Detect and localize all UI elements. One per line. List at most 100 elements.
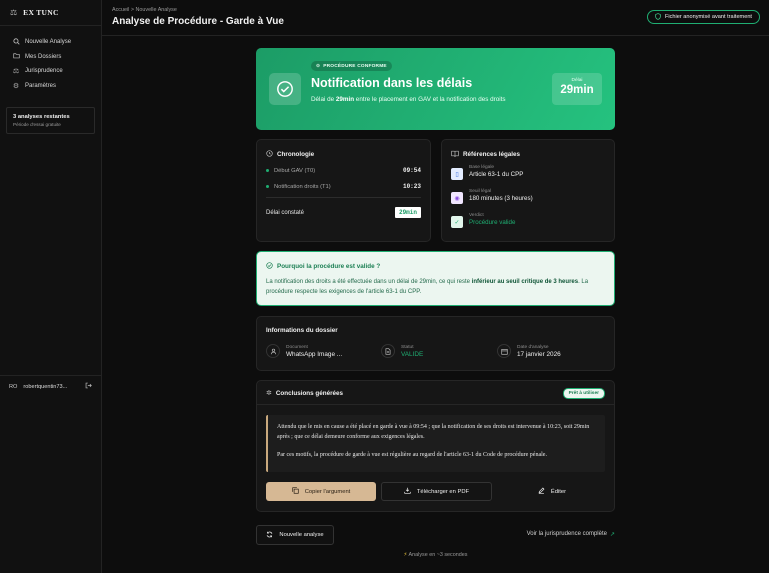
- result-description: Délai de 29min entre le placement en GAV…: [311, 95, 536, 105]
- anonymized-badge: Fichier anonymisé avant traitement: [646, 10, 760, 24]
- copy-label: Copier l'argument: [304, 488, 351, 495]
- user-menu: RO robertquentin73...: [0, 375, 101, 397]
- dossier-date: Date d'analyse 17 janvier 2026: [497, 344, 561, 358]
- sidebar-nav: Nouvelle Analyse Mes Dossiers ⚖ Jurispru…: [0, 26, 101, 93]
- copy-argument-button[interactable]: Copier l'argument: [266, 482, 376, 501]
- conclusions-title-text: Conclusions générées: [275, 389, 344, 397]
- why-text-pre: La notification des droits a été effectu…: [266, 279, 472, 285]
- clock-icon: [266, 150, 273, 159]
- delay-label: Délai: [571, 78, 583, 83]
- chronologie-card: Chronologie Début GAV (T0) 09:54 Notific…: [256, 139, 431, 242]
- sidebar-item-parametres[interactable]: ⚙ Paramètres: [0, 79, 101, 94]
- download-label: Télécharger en PDF: [416, 488, 470, 495]
- avatar[interactable]: RO: [9, 384, 17, 390]
- reference-item: ✓ Verdict Procédure valide: [451, 213, 605, 228]
- breadcrumb[interactable]: Accueil > Nouvelle Analyse: [112, 7, 177, 13]
- pencil-icon: [538, 487, 545, 496]
- references-title: Références légales: [451, 150, 520, 159]
- refresh-icon: [266, 531, 273, 540]
- scale-logo-icon: ⚖: [10, 8, 18, 17]
- sidebar-item-mes-dossiers[interactable]: Mes Dossiers: [0, 50, 101, 65]
- chrono-time: 09:54: [402, 167, 421, 174]
- delay-row-value: 29min: [394, 207, 421, 218]
- status-dot: [266, 169, 269, 172]
- reference-label: Base légale: [469, 165, 495, 170]
- sidebar-item-label: Jurisprudence: [25, 68, 63, 75]
- why-text: La notification des droits a été effectu…: [266, 277, 600, 297]
- sidebar-item-jurisprudence[interactable]: ⚖ Jurisprudence: [0, 64, 101, 79]
- new-analysis-label: Nouvelle analyse: [279, 532, 324, 538]
- sidebar: ⚖ EX TUNC Nouvelle Analyse Mes Dossiers …: [0, 0, 102, 573]
- user-icon: [266, 344, 280, 358]
- folder-icon: [12, 52, 20, 61]
- sparkle-icon: ✲: [266, 390, 272, 397]
- conclusion-paragraph: Par ces motifs, la procédure de garde à …: [277, 452, 547, 458]
- conclusions-header: ✲ Conclusions générées Prêt à utiliser: [257, 381, 614, 405]
- dossier-info-card: Informations du dossier Document WhatsAp…: [256, 316, 615, 371]
- trial-subtitle: Période d'essai gratuite: [13, 122, 61, 127]
- new-analysis-button[interactable]: Nouvelle analyse: [256, 525, 334, 545]
- chrono-row: Notification droits (T1) 10:23: [266, 183, 421, 190]
- footer-actions: Nouvelle analyse Voir la jurisprudence c…: [256, 525, 615, 545]
- main: Accueil > Nouvelle Analyse Analyse de Pr…: [102, 0, 769, 573]
- chrono-row: Début GAV (T0) 09:54: [266, 167, 421, 174]
- reference-label: Seuil légal: [469, 189, 492, 194]
- status-badge-label: PROCÉDURE CONFORME: [323, 63, 387, 69]
- sidebar-item-label: Nouvelle Analyse: [25, 39, 72, 46]
- delay-value: 29min: [560, 84, 594, 96]
- chrono-label: Début GAV (T0): [274, 167, 316, 174]
- reference-label: Verdict: [469, 213, 484, 218]
- check-circle-icon: ✓: [451, 216, 463, 228]
- anonymized-label: Fichier anonymisé avant traitement: [664, 14, 752, 20]
- logout-icon[interactable]: [85, 382, 92, 391]
- document-label: Document: [286, 344, 308, 350]
- search-icon: [12, 38, 20, 47]
- status-dot: [266, 185, 269, 188]
- sidebar-item-label: Mes Dossiers: [25, 53, 62, 60]
- conclusion-paragraph: Attendu que le mis en cause a été placé …: [277, 424, 590, 440]
- brand[interactable]: ⚖ EX TUNC: [0, 0, 101, 26]
- page-title: Analyse de Procédure - Garde à Vue: [112, 16, 284, 27]
- date-value: 17 janvier 2026: [517, 350, 561, 358]
- conclusion-text[interactable]: Attendu que le mis en cause a été placé …: [266, 415, 605, 472]
- sidebar-item-nouvelle-analyse[interactable]: Nouvelle Analyse: [0, 35, 101, 50]
- delay-box: Délai 29min: [552, 73, 602, 105]
- result-title: Notification dans les délais: [311, 76, 473, 90]
- timing-label: Analyse en ~3 secondes: [408, 552, 468, 558]
- dossier-status: Statut VALIDE: [381, 344, 423, 358]
- delay-row-label: Délai constaté: [266, 209, 305, 216]
- chrono-label: Notification droits (T1): [274, 183, 331, 190]
- calendar-icon: [497, 344, 511, 358]
- edit-label: Éditer: [550, 488, 567, 495]
- check-icon: ⊙: [316, 63, 321, 69]
- trial-box: 3 analyses restantes Période d'essai gra…: [6, 107, 95, 134]
- lightning-icon: ⚡: [403, 552, 408, 558]
- details-row: Chronologie Début GAV (T0) 09:54 Notific…: [256, 139, 615, 242]
- book-icon: [451, 150, 459, 159]
- reference-item: ◉ Seuil légal 180 minutes (3 heures): [451, 189, 605, 204]
- reference-item: ▯ Base légale Article 63-1 du CPP: [451, 165, 605, 180]
- why-title-text: Pourquoi la procédure est valide ?: [277, 263, 381, 270]
- why-title: Pourquoi la procédure est valide ?: [266, 262, 380, 271]
- references-title-text: Références légales: [463, 151, 521, 158]
- user-name: robertquentin73...: [23, 383, 68, 390]
- timing-note: ⚡ Analyse en ~3 secondes: [256, 552, 615, 558]
- scale-icon: ⚖: [12, 68, 20, 76]
- jurisprudence-label: Voir la jurisprudence complète: [526, 531, 607, 537]
- status-value: VALIDE: [401, 350, 424, 358]
- jurisprudence-link[interactable]: Voir la jurisprudence complète ↗: [527, 531, 615, 538]
- external-link-icon: ↗: [609, 532, 615, 538]
- references-card: Références légales ▯ Base légale Article…: [441, 139, 615, 242]
- download-pdf-button[interactable]: Télécharger en PDF: [381, 482, 492, 501]
- conclusions-title: ✲ Conclusions générées: [266, 389, 344, 398]
- sidebar-item-label: Paramètres: [25, 82, 57, 89]
- divider: [266, 197, 421, 198]
- reference-value: 180 minutes (3 heures): [469, 195, 533, 202]
- content: ⊙ PROCÉDURE CONFORME Notification dans l…: [256, 48, 615, 545]
- check-circle-icon: [269, 73, 301, 105]
- edit-button[interactable]: Éditer: [497, 482, 607, 501]
- dossier-document: Document WhatsApp Image ...: [266, 344, 342, 358]
- book-icon: ▯: [451, 168, 463, 180]
- download-icon: [404, 487, 411, 496]
- status-badge: ⊙ PROCÉDURE CONFORME: [311, 61, 392, 71]
